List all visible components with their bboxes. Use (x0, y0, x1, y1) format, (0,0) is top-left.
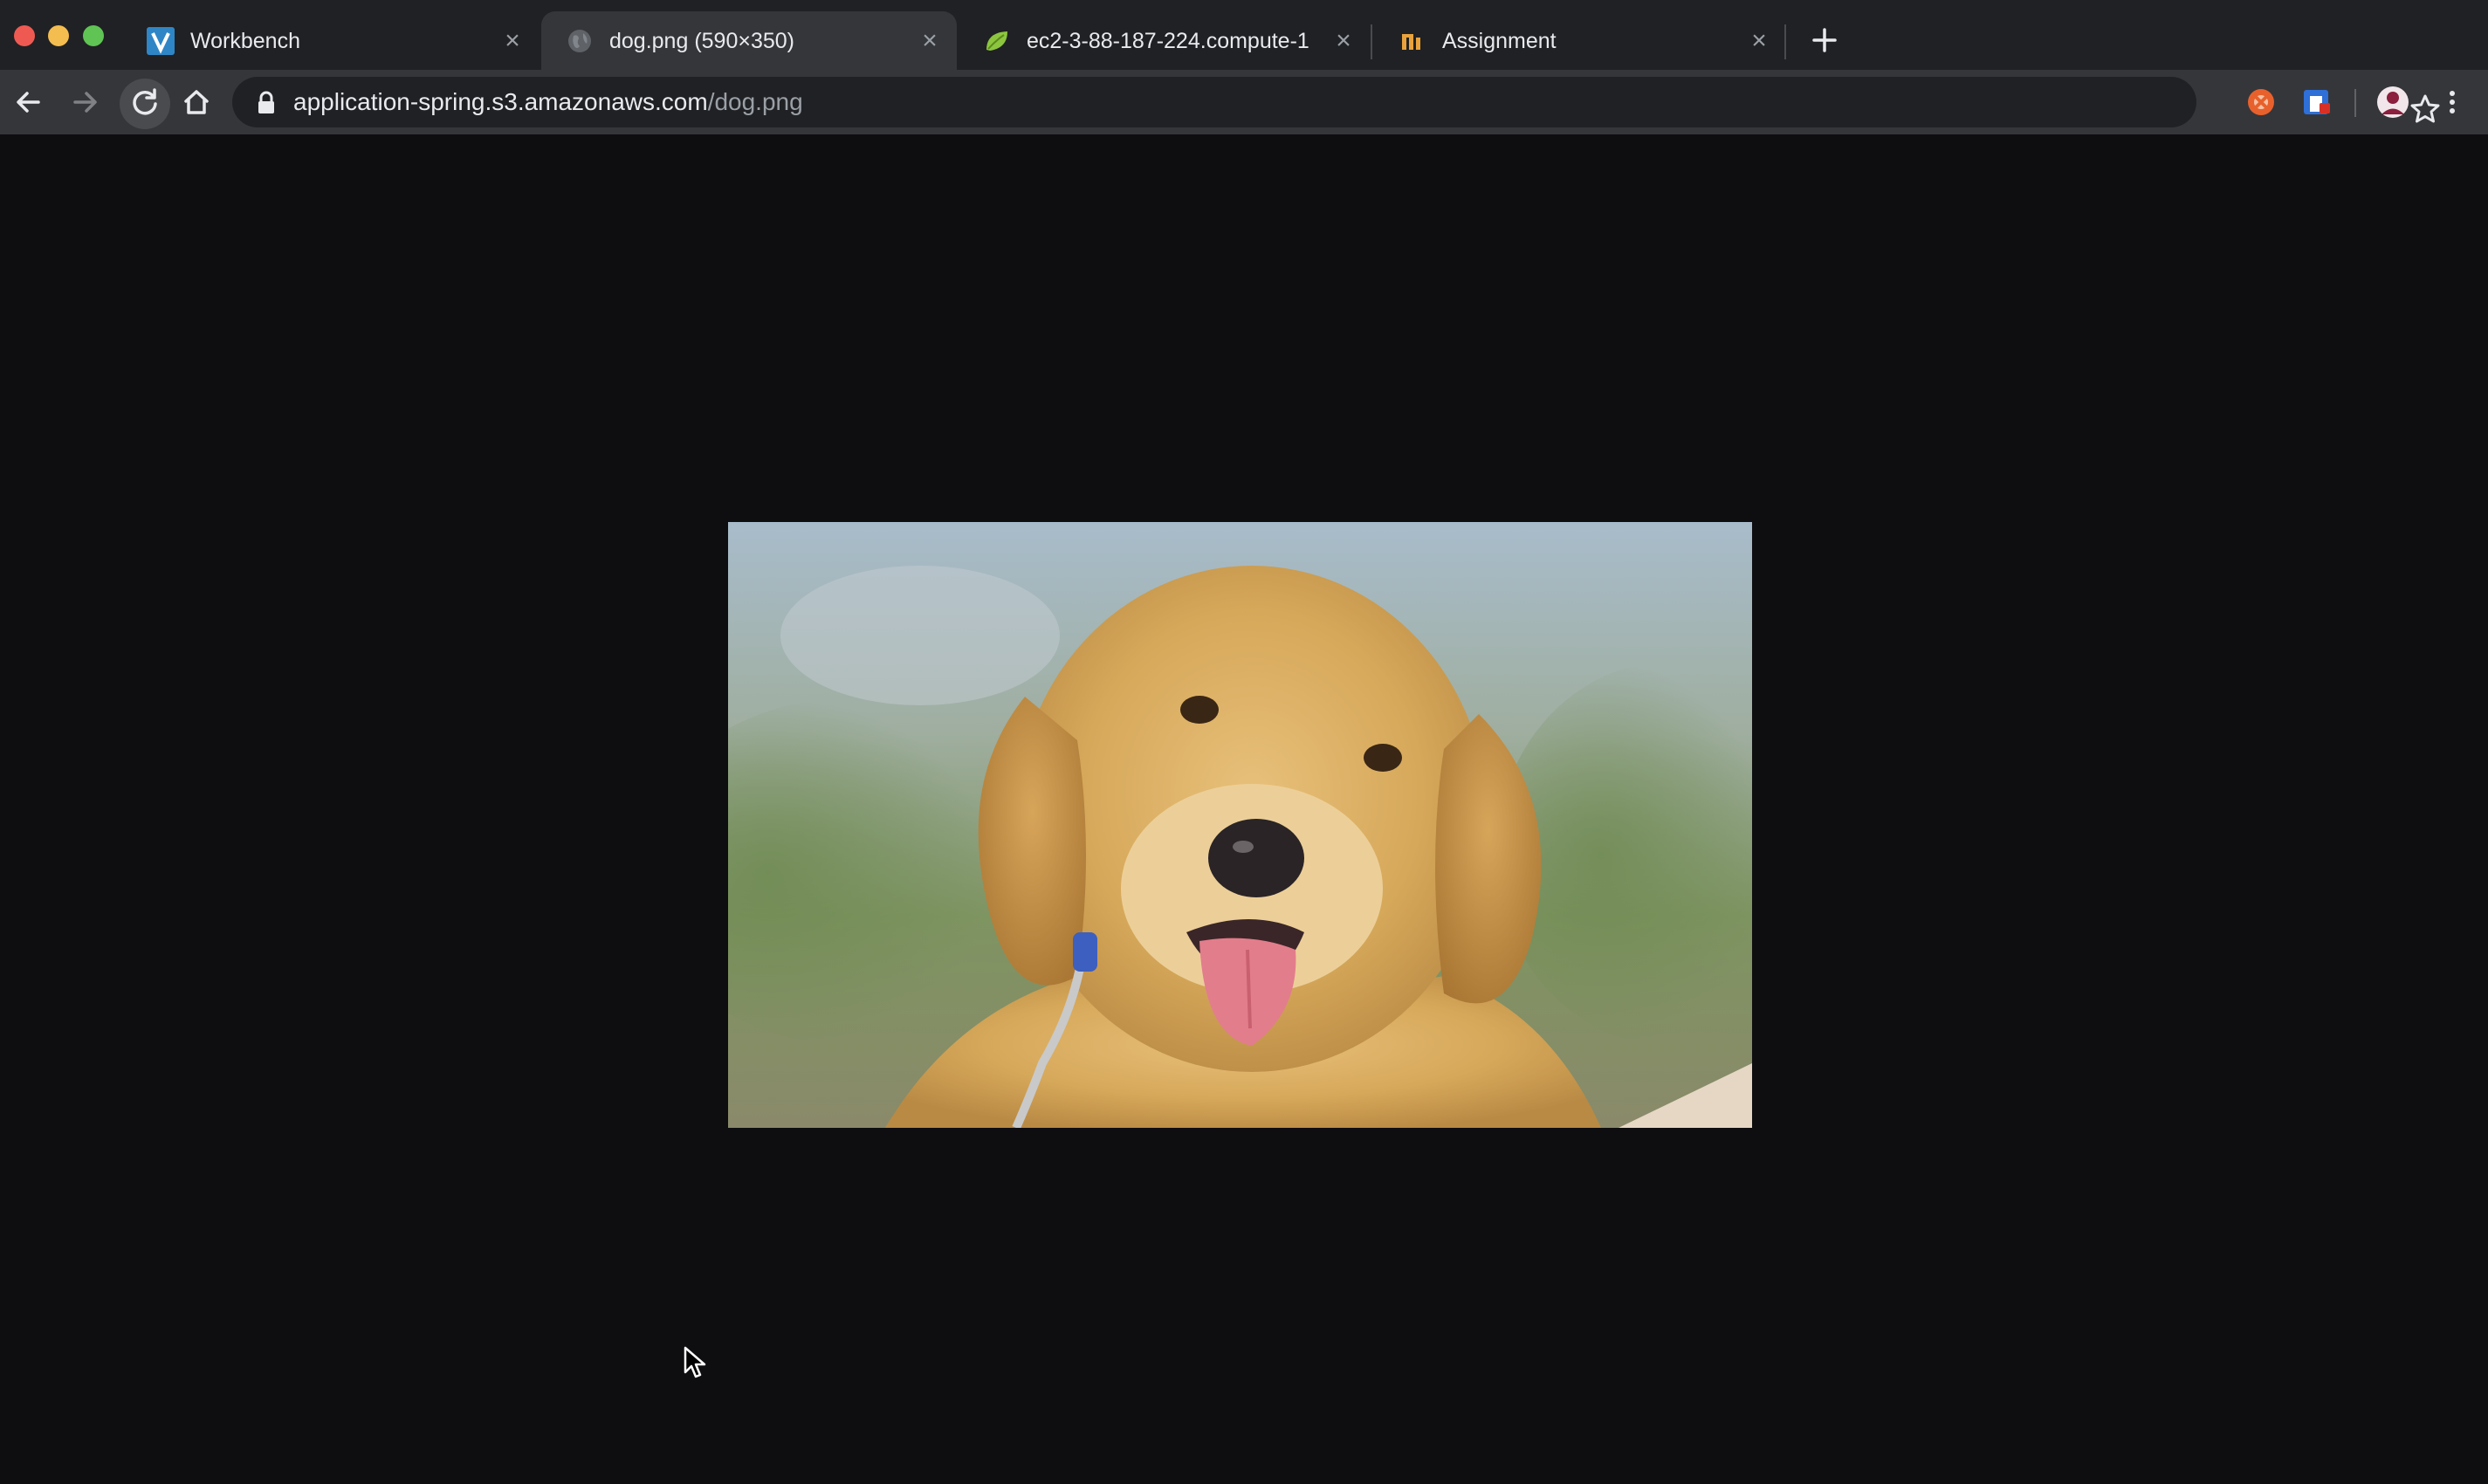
course-logo-icon (1402, 34, 1420, 50)
spring-leaf-icon (986, 31, 1007, 51)
tab-ec2[interactable]: ec2-3-88-187-224.compute-1 × (959, 11, 1374, 70)
tab-separator (1371, 24, 1372, 59)
toolbar-divider (2354, 89, 2356, 117)
home-icon[interactable] (176, 82, 216, 122)
lock-icon[interactable] (255, 91, 278, 115)
v-logo-icon (147, 27, 175, 55)
reload-icon[interactable] (125, 82, 165, 122)
close-tab-icon[interactable]: × (917, 28, 943, 54)
tab-title: ec2-3-88-187-224.compute-1 (1027, 29, 1309, 53)
tab-title: Workbench (190, 29, 300, 53)
close-tab-icon[interactable]: × (1746, 28, 1772, 54)
url-host: application-spring.s3.amazonaws.com (293, 88, 708, 115)
url-text[interactable]: application-spring.s3.amazonaws.com/dog.… (293, 87, 803, 117)
minimize-window-button[interactable] (48, 25, 69, 46)
tab-title: dog.png (590×350) (609, 29, 794, 53)
tab-dog-png[interactable]: dog.png (590×350) × (541, 11, 957, 70)
blue-extension-icon[interactable] (2300, 86, 2333, 119)
tab-strip: Workbench × dog.png (590×350) × ec2-3-88… (0, 0, 2488, 70)
tab-separator (1784, 24, 1786, 59)
profile-avatar[interactable] (2376, 86, 2409, 119)
close-tab-icon[interactable]: × (1330, 28, 1357, 54)
url-path: /dog.png (707, 88, 803, 115)
tab-title: Assignment (1442, 29, 1557, 53)
maximize-window-button[interactable] (83, 25, 104, 46)
golden-retriever-puppy-photo (728, 522, 1752, 1128)
browser-chrome: Workbench × dog.png (590×350) × ec2-3-88… (0, 0, 2488, 134)
back-arrow-icon[interactable] (9, 82, 49, 122)
plus-icon[interactable] (1807, 23, 1842, 58)
more-menu-icon[interactable] (2436, 86, 2469, 119)
forward-arrow-icon[interactable] (65, 82, 105, 122)
toolbar: application-spring.s3.amazonaws.com/dog.… (0, 70, 2488, 134)
close-tab-icon[interactable]: × (499, 28, 526, 54)
orange-extension-icon[interactable] (2244, 86, 2278, 119)
tab-assignment[interactable]: Assignment × (1374, 11, 1790, 70)
close-window-button[interactable] (14, 25, 35, 46)
mouse-cursor-icon (684, 1346, 706, 1378)
globe-icon (568, 30, 591, 52)
tab-workbench[interactable]: Workbench × (122, 11, 538, 70)
page-content (0, 134, 2488, 1484)
address-bar[interactable]: application-spring.s3.amazonaws.com/dog.… (232, 77, 2440, 127)
